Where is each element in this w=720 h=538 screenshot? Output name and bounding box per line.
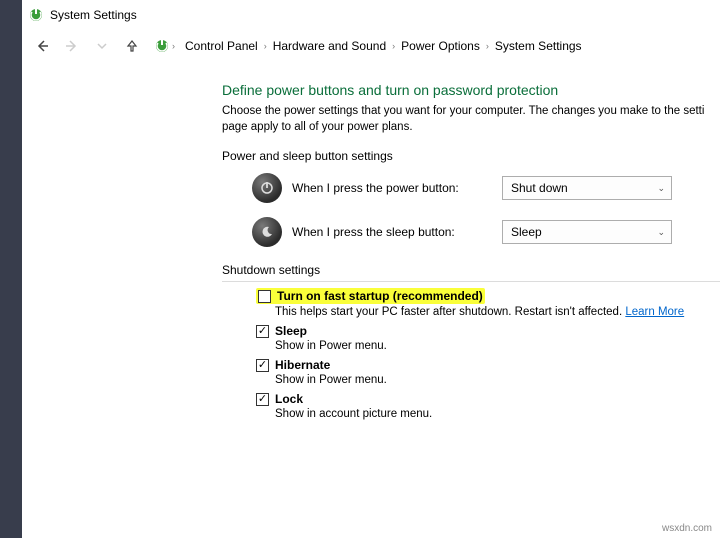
sleep-button-label: When I press the sleep button: <box>292 225 502 239</box>
hibernate-desc: Show in Power menu. <box>275 374 720 386</box>
power-icon <box>252 173 282 203</box>
sleep-button-combo[interactable]: Sleep ⌄ <box>502 220 672 244</box>
power-button-label: When I press the power button: <box>292 181 502 195</box>
sleep-checkbox[interactable] <box>256 325 269 338</box>
chevron-right-icon: › <box>264 41 267 51</box>
sleep-row: Sleep <box>256 324 720 338</box>
shutdown-settings-section: Shutdown settings Turn on fast startup (… <box>222 263 720 420</box>
page-description: Choose the power settings that you want … <box>222 104 720 135</box>
section-label-shutdown: Shutdown settings <box>222 263 720 282</box>
chevron-right-icon: › <box>392 41 395 51</box>
sleep-button-row: When I press the sleep button: Sleep ⌄ <box>252 217 720 247</box>
crumb-control-panel[interactable]: Control Panel <box>185 39 258 53</box>
power-options-icon <box>154 38 170 54</box>
window-title: System Settings <box>50 8 137 22</box>
power-button-value: Shut down <box>511 181 568 195</box>
titlebar: System Settings <box>22 0 720 30</box>
crumb-power-options[interactable]: Power Options <box>401 39 480 53</box>
content-area: Define power buttons and turn on passwor… <box>22 62 720 420</box>
crumb-system-settings[interactable]: System Settings <box>495 39 582 53</box>
nav-toolbar: › Control Panel › Hardware and Sound › P… <box>22 30 720 62</box>
up-button[interactable] <box>118 32 146 60</box>
hibernate-checkbox[interactable] <box>256 359 269 372</box>
lock-desc: Show in account picture menu. <box>275 408 720 420</box>
moon-icon <box>252 217 282 247</box>
lock-label: Lock <box>275 392 303 406</box>
power-button-row: When I press the power button: Shut down… <box>252 173 720 203</box>
lock-checkbox[interactable] <box>256 393 269 406</box>
sleep-desc: Show in Power menu. <box>275 340 720 352</box>
breadcrumb[interactable]: Control Panel › Hardware and Sound › Pow… <box>185 39 582 53</box>
crumb-hardware-sound[interactable]: Hardware and Sound <box>273 39 386 53</box>
chevron-down-icon: ⌄ <box>657 183 665 194</box>
sleep-button-value: Sleep <box>511 225 542 239</box>
back-button[interactable] <box>28 32 56 60</box>
lock-row: Lock <box>256 392 720 406</box>
page-title: Define power buttons and turn on passwor… <box>222 82 720 98</box>
forward-button[interactable] <box>58 32 86 60</box>
power-button-combo[interactable]: Shut down ⌄ <box>502 176 672 200</box>
chevron-down-icon: ⌄ <box>657 227 665 238</box>
window: System Settings › Control Panel › Hardwa… <box>22 0 720 538</box>
learn-more-link[interactable]: Learn More <box>625 306 684 318</box>
hibernate-row: Hibernate <box>256 358 720 372</box>
fast-startup-checkbox[interactable] <box>258 290 271 303</box>
desktop-edge <box>0 0 22 538</box>
recent-locations-button[interactable] <box>88 32 116 60</box>
hibernate-label: Hibernate <box>275 358 330 372</box>
chevron-right-icon: › <box>172 41 175 51</box>
sleep-label: Sleep <box>275 324 307 338</box>
section-label-buttons: Power and sleep button settings <box>222 149 720 163</box>
chevron-right-icon: › <box>486 41 489 51</box>
power-options-icon <box>28 7 44 23</box>
fast-startup-label: Turn on fast startup (recommended) <box>277 289 483 303</box>
fast-startup-row-highlighted: Turn on fast startup (recommended) <box>256 288 485 304</box>
watermark: wsxdn.com <box>662 523 712 534</box>
fast-startup-desc: This helps start your PC faster after sh… <box>275 306 720 318</box>
